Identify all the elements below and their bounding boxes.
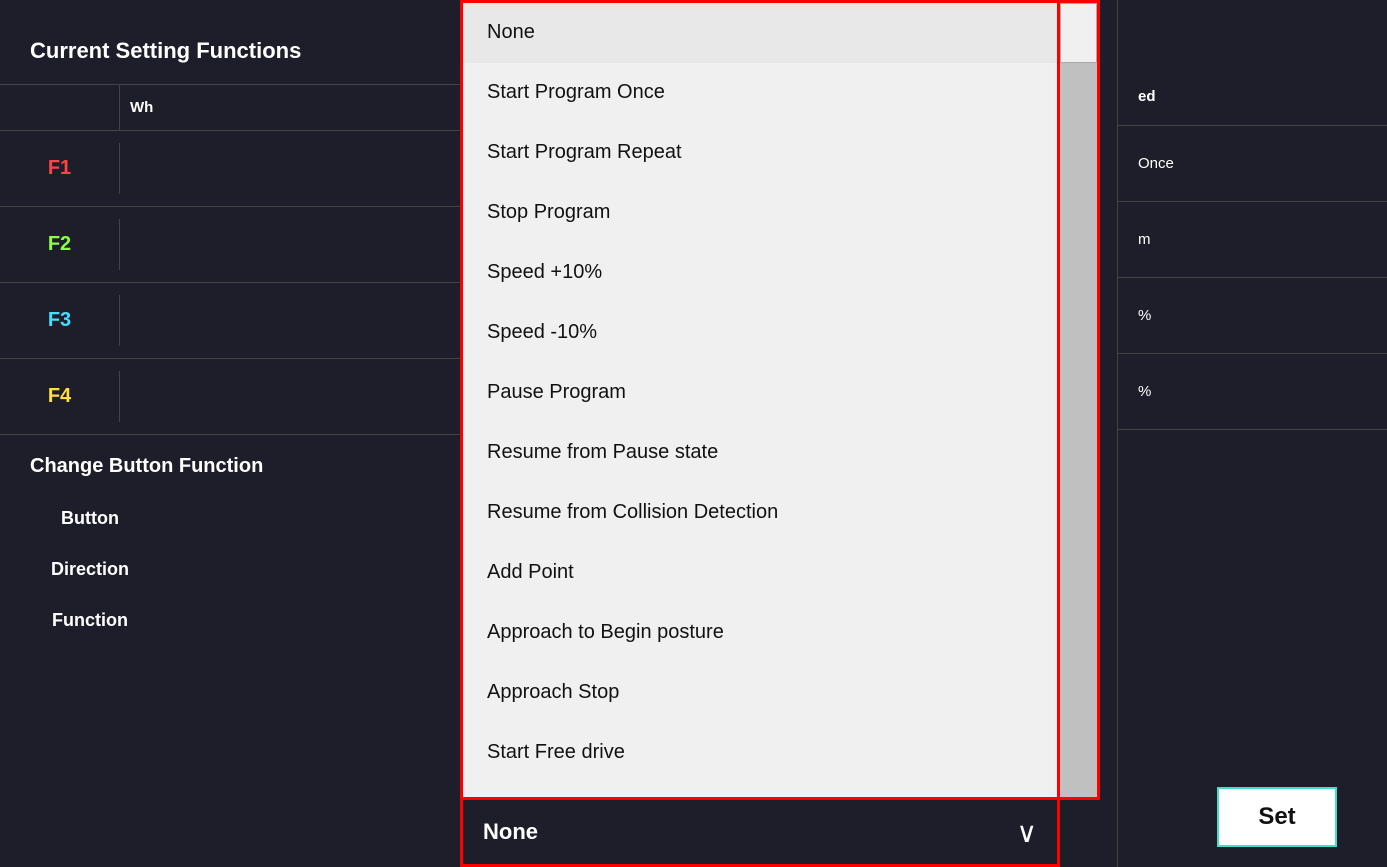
right-row-2: m xyxy=(1118,202,1387,278)
right-row-4: % xyxy=(1118,354,1387,430)
dropdown-bottom-bar[interactable]: None ∨ xyxy=(460,800,1060,867)
table-header-row: Wh xyxy=(0,85,470,131)
dropdown-selected-value: None xyxy=(483,819,538,845)
dropdown-item-none[interactable]: None xyxy=(463,3,1057,63)
table-row-f2: F2 xyxy=(0,207,470,283)
right-row-1: Once xyxy=(1118,126,1387,202)
table-row-f3: F3 xyxy=(0,283,470,359)
dropdown-overlay: None Start Program Once Start Program Re… xyxy=(460,0,1080,867)
right-header: ed xyxy=(1118,0,1387,126)
f2-key: F2 xyxy=(0,219,120,270)
dropdown-item-pause[interactable]: Pause Program xyxy=(463,363,1057,423)
set-button[interactable]: Set xyxy=(1217,787,1337,847)
scrollbar-track[interactable] xyxy=(1060,0,1100,800)
function-field: Function xyxy=(30,610,440,631)
dropdown-list[interactable]: None Start Program Once Start Program Re… xyxy=(460,0,1060,800)
dropdown-item-approach-begin[interactable]: Approach to Begin posture xyxy=(463,603,1057,663)
direction-label: Direction xyxy=(30,559,150,580)
change-button-section: Change Button Function Button Direction … xyxy=(0,435,470,681)
f2-value xyxy=(120,231,470,259)
button-field: Button xyxy=(30,508,440,529)
f4-value xyxy=(120,383,470,411)
dropdown-item-free-drive[interactable]: Start Free drive xyxy=(463,723,1057,783)
dropdown-item-resume-pause[interactable]: Resume from Pause state xyxy=(463,423,1057,483)
left-panel: Current Setting Functions Wh F1 F2 F3 xyxy=(0,0,470,867)
table-row-f4: F4 xyxy=(0,359,470,435)
table-row-f1: F1 xyxy=(0,131,470,207)
f1-value xyxy=(120,155,470,183)
button-label: Button xyxy=(30,508,150,529)
dropdown-item-start-once[interactable]: Start Program Once xyxy=(463,63,1057,123)
dropdown-item-speed-plus[interactable]: Speed +10% xyxy=(463,243,1057,303)
chevron-down-icon[interactable]: ∨ xyxy=(1017,816,1038,849)
scrollbar-thumb[interactable] xyxy=(1060,3,1097,63)
direction-field: Direction xyxy=(30,559,440,580)
dropdown-item-speed-minus[interactable]: Speed -10% xyxy=(463,303,1057,363)
f1-key: F1 xyxy=(0,143,120,194)
dropdown-item-add-point[interactable]: Add Point xyxy=(463,543,1057,603)
right-panel: ed Once m % % xyxy=(1117,0,1387,867)
f3-value xyxy=(120,307,470,335)
change-button-title: Change Button Function xyxy=(30,455,440,478)
function-label: Function xyxy=(30,610,150,631)
dropdown-item-approach-stop[interactable]: Approach Stop xyxy=(463,663,1057,723)
dropdown-item-start-repeat[interactable]: Start Program Repeat xyxy=(463,123,1057,183)
current-setting-title: Current Setting Functions xyxy=(0,0,470,84)
right-row-3: % xyxy=(1118,278,1387,354)
table-header-col1 xyxy=(0,85,120,130)
dropdown-item-resume-collision[interactable]: Resume from Collision Detection xyxy=(463,483,1057,543)
f3-key: F3 xyxy=(0,295,120,346)
f4-key: F4 xyxy=(0,371,120,422)
current-setting-table: Wh F1 F2 F3 F4 xyxy=(0,84,470,435)
table-header-col2: Wh xyxy=(120,85,470,130)
dropdown-item-stop[interactable]: Stop Program xyxy=(463,183,1057,243)
